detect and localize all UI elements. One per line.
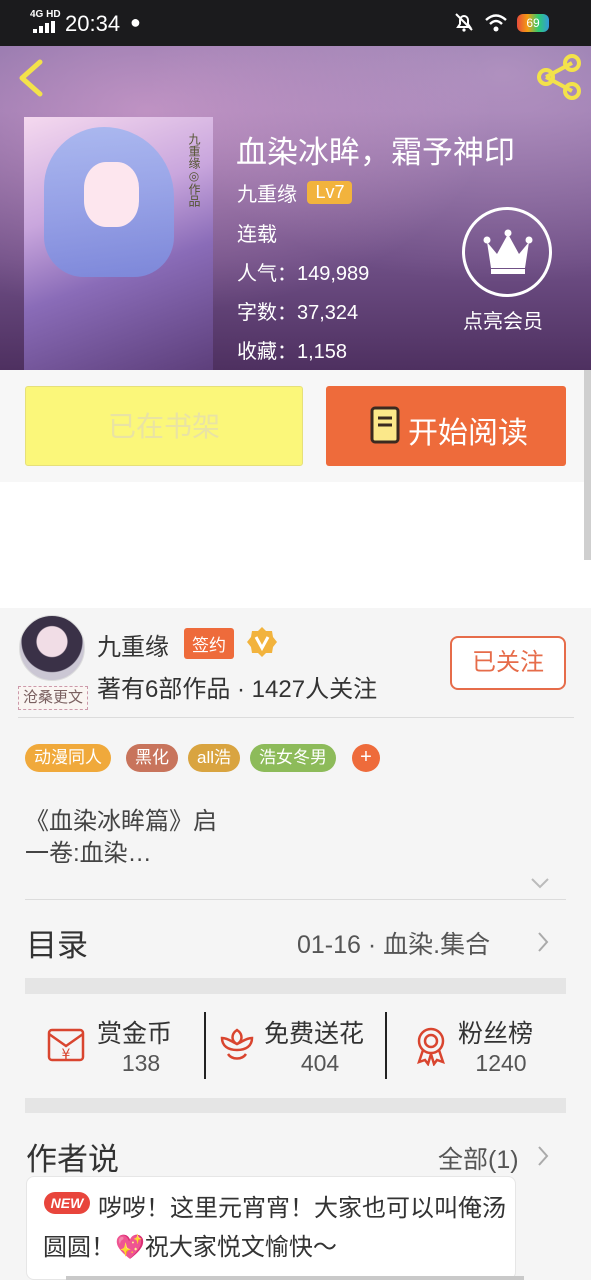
author-says-label: 作者说 [26,1142,119,1177]
book-icon [370,406,400,444]
chevron-right-icon[interactable] [536,1145,550,1167]
toc-label[interactable]: 目录 [26,920,88,965]
vip-button[interactable] [462,207,552,297]
fan-ranking-label: 粉丝榜 [458,1020,534,1048]
share-icon[interactable] [536,54,582,100]
battery-icon: 69 [517,14,549,32]
qq-icon: ● [130,12,141,32]
author-says-all[interactable]: 全部(1) [438,1140,519,1176]
section-gap [25,978,566,994]
author-level-badge: Lv7 [307,181,353,204]
start-reading-button[interactable]: 开始阅读 [326,386,566,466]
cover-logo [52,237,192,347]
free-flowers-label: 免费送花 [264,1020,365,1048]
book-favorites: 收藏：1,158 [237,341,348,363]
clock: 20:34 [65,11,121,36]
author-post-card[interactable]: 哕哕！这里元宵宵！大家也可以叫俺汤圆圆！💖祝大家悦文愉快～ NEW [26,1176,516,1280]
flower-icon [220,1028,254,1060]
author-post-text: 哕哕！这里元宵宵！大家也可以叫俺汤圆圆！💖祝大家悦文愉快～ [43,1195,506,1261]
verified-v-icon [247,627,277,657]
follow-button[interactable]: 已关注 [450,636,566,690]
book-title: 血染冰眸，霜予神印 [236,135,515,170]
fan-ranking-value: 1240 [475,1050,527,1076]
book-status: 连载 [237,224,277,246]
gold-coin-envelope-icon: ¥ [47,1028,85,1063]
status-bar: 4G HD 20:34 ● 69 [0,0,591,46]
avatar-tag: 沧桑更文 [18,686,88,710]
reward-coins-button[interactable]: ¥ 赏金币 138 [45,1010,195,1080]
book-author[interactable]: 九重缘 [237,178,297,207]
stat-divider [385,1012,387,1079]
action-bar: 已在书架 开始阅读 [0,370,591,482]
book-intro[interactable]: 《血染冰眸篇》启 一卷:血染… [25,806,217,870]
svg-text:¥: ¥ [62,1047,71,1063]
tag-0[interactable]: 动漫同人 [25,744,111,772]
intro-line-1: 《血染冰眸篇》启 [25,808,217,835]
free-flowers-button[interactable]: 免费送花 404 [216,1010,381,1080]
blank-area [0,482,591,608]
crown-icon [483,229,533,274]
new-badge: NEW [44,1192,90,1214]
chevron-right-icon[interactable] [536,931,550,953]
expand-chevron-icon[interactable] [530,876,550,890]
add-tag-button[interactable]: + [352,744,380,772]
fan-ranking-button[interactable]: 粉丝榜 1240 [410,1010,550,1080]
free-flowers-value: 404 [300,1050,340,1076]
book-word-count: 字数：37,324 [237,302,359,324]
scrollbar[interactable] [584,370,591,560]
signed-badge: 签约 [184,628,234,659]
bottom-indicator [66,1276,524,1280]
reward-coins-label: 赏金币 [97,1020,173,1048]
divider [25,899,566,900]
author-avatar[interactable] [19,615,85,681]
vip-label[interactable]: 点亮会员 [463,305,543,334]
on-shelf-button[interactable]: 已在书架 [25,386,303,466]
start-reading-label: 开始阅读 [408,417,528,450]
section-gap [25,1098,566,1113]
network-indicator: 4G HD [30,9,61,20]
book-cover[interactable]: 九重缘◎作品 [24,117,213,370]
reward-coins-value: 138 [121,1050,161,1076]
medal-icon [417,1027,445,1066]
divider [18,717,574,718]
intro-line-2: 一卷:血染… [25,840,152,867]
book-popularity: 人气：149,989 [237,263,370,285]
toc-latest-chapter[interactable]: 01-16 · 血染.集合 [297,925,490,961]
wifi-icon [485,14,507,32]
tag-1[interactable]: 黑化 [126,744,178,772]
cover-author-text: 九重缘◎作品 [187,133,201,207]
tag-2[interactable]: all浩 [188,744,241,772]
mute-icon [455,13,473,32]
back-arrow-icon[interactable] [14,58,46,98]
book-author-row: 九重缘 Lv7 [237,178,353,207]
stat-divider [204,1012,206,1079]
author-stats: 著有6部作品 · 1427人关注 [97,676,378,703]
author-name[interactable]: 九重缘 [97,627,169,662]
signal-icon [33,21,59,33]
tag-3[interactable]: 浩女冬男 [250,744,336,772]
